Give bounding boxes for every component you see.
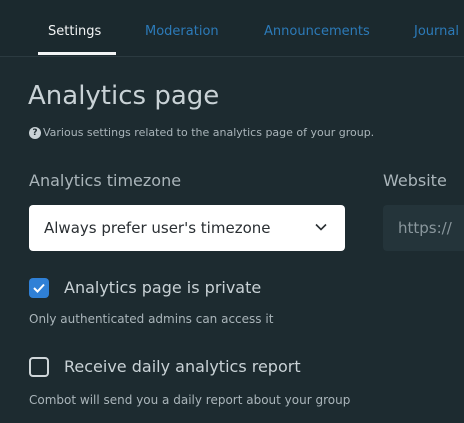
page-title: Analytics page: [28, 81, 220, 111]
tab-bar: Settings Moderation Announcements Journa…: [0, 0, 464, 57]
timezone-label: Analytics timezone: [29, 171, 182, 190]
website-label: Website: [383, 171, 447, 190]
daily-report-hint: Combot will send you a daily report abou…: [29, 393, 351, 407]
timezone-select-value: Always prefer user's timezone: [44, 219, 271, 237]
private-checkbox[interactable]: [29, 278, 49, 298]
daily-report-label[interactable]: Receive daily analytics report: [64, 357, 301, 376]
chevron-down-icon: [315, 223, 327, 231]
timezone-select[interactable]: Always prefer user's timezone: [29, 205, 345, 251]
tab-settings[interactable]: Settings: [48, 24, 101, 39]
active-tab-indicator: [38, 52, 116, 55]
question-circle-icon: ?: [29, 126, 41, 139]
page-description: ? Various settings related to the analyt…: [29, 126, 374, 139]
tab-announcements[interactable]: Announcements: [264, 24, 370, 39]
check-icon: [33, 283, 45, 293]
tab-moderation[interactable]: Moderation: [145, 24, 219, 39]
private-hint: Only authenticated admins can access it: [29, 312, 274, 326]
tab-journal[interactable]: Journal: [414, 24, 459, 39]
daily-report-checkbox[interactable]: [29, 357, 49, 377]
website-input[interactable]: https://: [383, 205, 464, 251]
private-checkbox-label[interactable]: Analytics page is private: [64, 278, 261, 297]
page-description-text: Various settings related to the analytic…: [43, 126, 375, 139]
